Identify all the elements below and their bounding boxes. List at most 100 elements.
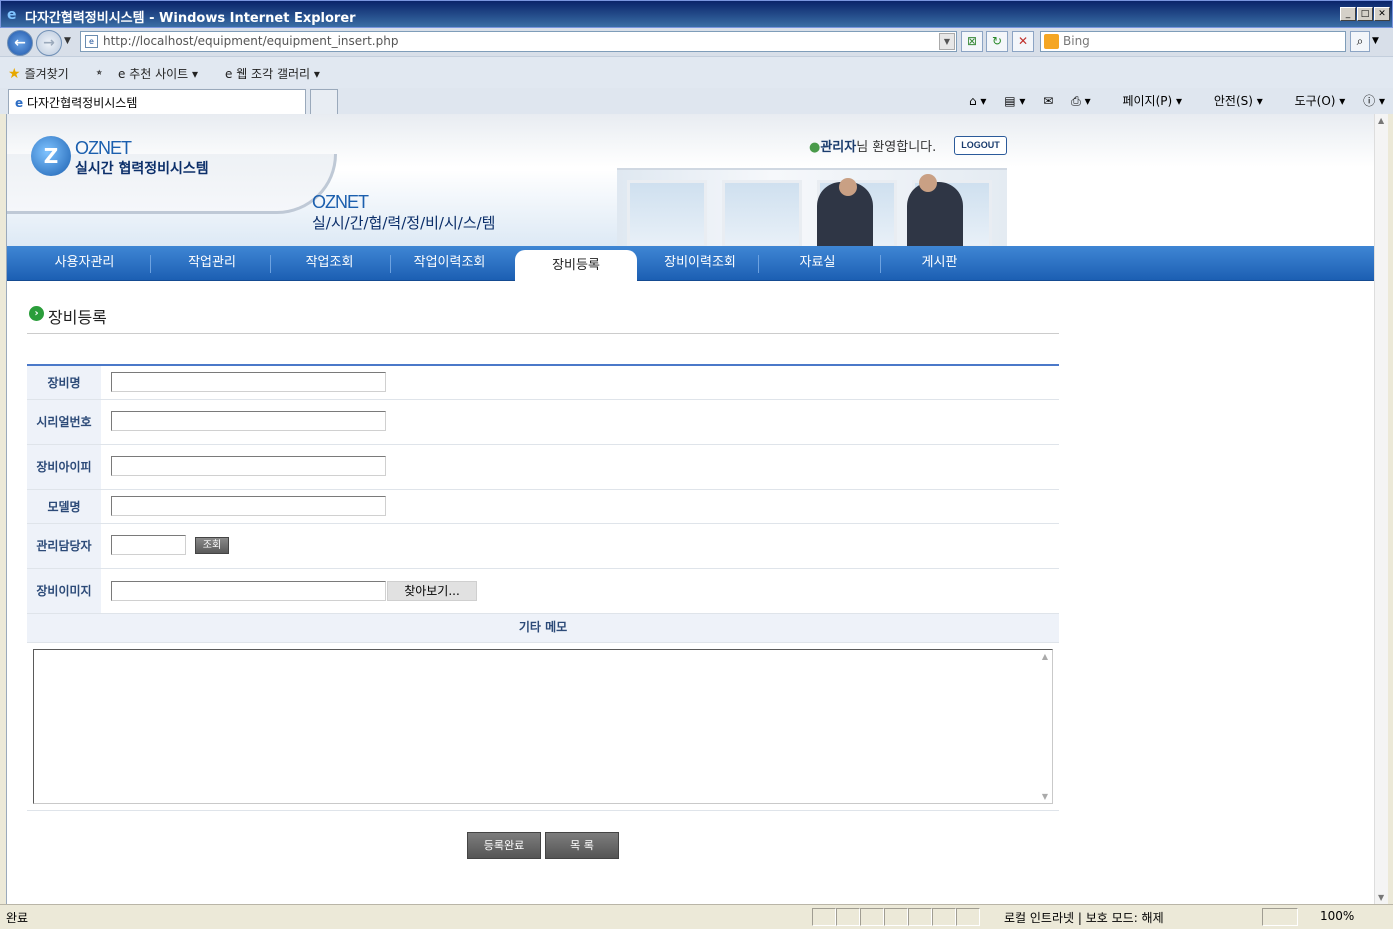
window-title-bar: e 다자간협력정비시스템 - Windows Internet Explorer… xyxy=(0,0,1393,28)
menu-item[interactable]: 장비등록 xyxy=(515,250,637,281)
status-bar: 완료 로컬 인트라넷 | 보호 모드: 해제 100% xyxy=(0,904,1393,929)
arrow-bullet-icon: › xyxy=(29,306,44,321)
menu-item[interactable]: 장비이력조회 xyxy=(640,246,760,281)
manager-input[interactable] xyxy=(111,535,186,555)
security-icon xyxy=(956,908,980,926)
scroll-down-icon: ▼ xyxy=(1041,792,1048,801)
scroll-up-icon: ▲ xyxy=(1041,652,1048,661)
ie-icon: e xyxy=(7,7,17,23)
slogan-brand: OZNET xyxy=(312,192,369,212)
tools-menu[interactable]: 도구(O) ▾ xyxy=(1281,94,1346,108)
menu-separator xyxy=(390,255,391,273)
favorites-button[interactable]: ★ 즐겨찾기 xyxy=(8,65,69,82)
site-header: Z OZNET 실시간 협력정비시스템 OZNET 실/시/간/협/력/정/비/… xyxy=(7,114,1374,248)
page-title: 장비등록 xyxy=(48,308,107,327)
page-viewport: Z OZNET 실시간 협력정비시스템 OZNET 실/시/간/협/력/정/비/… xyxy=(6,114,1374,904)
close-button[interactable]: ✕ xyxy=(1374,7,1390,21)
zoom-level[interactable]: 100% xyxy=(1320,909,1354,923)
menu-item[interactable]: 작업조회 xyxy=(272,246,387,281)
main-menu: 사용자관리 작업관리 작업조회 작업이력조회 장비등록 장비이력조회 자료실 게시판 xyxy=(7,246,1374,281)
address-bar: ← → ▼ e http://localhost/equipment/equip… xyxy=(0,28,1393,56)
page-icon: e xyxy=(85,35,98,48)
recent-pages-dropdown[interactable]: ▼ xyxy=(64,36,71,46)
serial-label: 시리얼번호 xyxy=(27,400,101,444)
menu-item[interactable]: 사용자관리 xyxy=(27,246,142,281)
memo-textarea[interactable]: ▲ ▼ xyxy=(33,649,1053,804)
menu-item[interactable]: 작업이력조회 xyxy=(392,246,507,281)
page-menu[interactable]: 페이지(P) ▾ xyxy=(1108,94,1182,108)
search-button[interactable]: ⌕ xyxy=(1350,31,1370,52)
new-tab-button[interactable] xyxy=(310,89,338,114)
list-button[interactable]: 목 록 xyxy=(545,832,619,859)
submit-button[interactable]: 등록완료 xyxy=(467,832,541,859)
suggested-sites-button[interactable]: e 추천 사이트 ▾ xyxy=(118,65,198,82)
name-label: 장비명 xyxy=(27,366,101,399)
name-input[interactable] xyxy=(111,372,386,392)
page-title-bar: › 장비등록 xyxy=(27,304,1059,334)
print-icon[interactable]: ⎙ ▾ xyxy=(1071,94,1090,108)
memo-header: 기타 메모 xyxy=(27,614,1059,643)
row-model: 모델명 xyxy=(27,490,1059,524)
browser-tab[interactable]: e 다자간협력정비시스템 xyxy=(8,89,306,114)
welcome-message: ●관리자님 환영합니다. xyxy=(809,140,937,155)
mail-icon[interactable]: ✉ xyxy=(1043,94,1053,108)
tab-bar: e 다자간협력정비시스템 ⌂ ▾ ▤ ▾ ✉ ⎙ ▾ 페이지(P) ▾ 안전(S… xyxy=(0,88,1393,114)
search-input[interactable]: Bing xyxy=(1040,31,1346,52)
image-file-input[interactable] xyxy=(111,581,386,601)
model-input[interactable] xyxy=(111,496,386,516)
menu-separator xyxy=(880,255,881,273)
scroll-down-arrow-icon[interactable]: ▼ xyxy=(1378,893,1384,902)
protected-mode-icon[interactable] xyxy=(1262,908,1298,926)
stop-icon[interactable]: ✕ xyxy=(1012,31,1034,52)
refresh-icon[interactable]: ↻ xyxy=(986,31,1008,52)
users-icon: ● xyxy=(809,140,821,155)
url-dropdown[interactable]: ▼ xyxy=(939,33,955,50)
brand-subtitle: 실시간 협력정비시스템 xyxy=(75,161,209,177)
command-bar: ⌂ ▾ ▤ ▾ ✉ ⎙ ▾ 페이지(P) ▾ 안전(S) ▾ 도구(O) ▾ ⓘ… xyxy=(955,92,1385,109)
add-favorites-icon[interactable]: ⭒ xyxy=(96,65,102,80)
compat-view-icon[interactable]: ⊠ xyxy=(961,31,983,52)
url-text: http://localhost/equipment/equipment_ins… xyxy=(103,34,399,48)
row-memo: ▲ ▼ xyxy=(27,643,1059,811)
browse-button[interactable]: 찾아보기... xyxy=(387,581,477,601)
back-button[interactable]: ← xyxy=(7,30,33,56)
feeds-icon[interactable]: ▤ ▾ xyxy=(1004,94,1025,108)
maximize-button[interactable]: □ xyxy=(1357,7,1373,21)
image-label: 장비이미지 xyxy=(27,569,101,613)
minimize-button[interactable]: _ xyxy=(1340,7,1356,21)
page-scrollbar[interactable]: ▲ ▼ xyxy=(1374,114,1388,904)
search-options-dropdown[interactable]: ▼ xyxy=(1372,36,1379,46)
oznet-logo-icon[interactable]: Z xyxy=(31,136,71,176)
brand-name: OZNET xyxy=(75,138,132,158)
url-field[interactable]: e http://localhost/equipment/equipment_i… xyxy=(80,31,957,52)
row-image: 장비이미지 찾아보기... xyxy=(27,569,1059,614)
header-photo xyxy=(617,168,1007,248)
star-icon: ★ xyxy=(8,66,21,82)
menu-item[interactable]: 게시판 xyxy=(882,246,997,281)
home-icon[interactable]: ⌂ ▾ xyxy=(969,94,986,108)
scroll-up-arrow-icon[interactable]: ▲ xyxy=(1378,116,1384,125)
ip-input[interactable] xyxy=(111,456,386,476)
lookup-button[interactable]: 조회 xyxy=(195,537,229,554)
equipment-form: 장비명 시리얼번호 장비아이피 모델명 관리담당자 조회 장비이미지 찾아보기.… xyxy=(27,364,1059,811)
status-text: 완료 xyxy=(6,911,29,925)
model-label: 모델명 xyxy=(27,490,101,523)
ip-label: 장비아이피 xyxy=(27,445,101,489)
menu-item[interactable]: 자료실 xyxy=(760,246,875,281)
logout-button[interactable]: LOGOUT xyxy=(954,136,1007,155)
serial-input[interactable] xyxy=(111,411,386,431)
manager-label: 관리담당자 xyxy=(27,524,101,568)
menu-separator xyxy=(150,255,151,273)
row-manager: 관리담당자 조회 xyxy=(27,524,1059,569)
safety-menu[interactable]: 안전(S) ▾ xyxy=(1200,94,1263,108)
forward-button[interactable]: → xyxy=(36,30,62,56)
security-zone[interactable]: 로컬 인트라넷 | 보호 모드: 해제 xyxy=(1004,909,1164,926)
help-icon[interactable]: ⓘ ▾ xyxy=(1363,94,1385,108)
web-slice-gallery-button[interactable]: e 웹 조각 갤러리 ▾ xyxy=(225,65,320,82)
search-placeholder: Bing xyxy=(1063,34,1090,48)
menu-item[interactable]: 작업관리 xyxy=(152,246,272,281)
menu-separator xyxy=(758,255,759,273)
row-ip: 장비아이피 xyxy=(27,445,1059,490)
row-name: 장비명 xyxy=(27,366,1059,400)
ie-tab-icon: e xyxy=(15,96,24,110)
